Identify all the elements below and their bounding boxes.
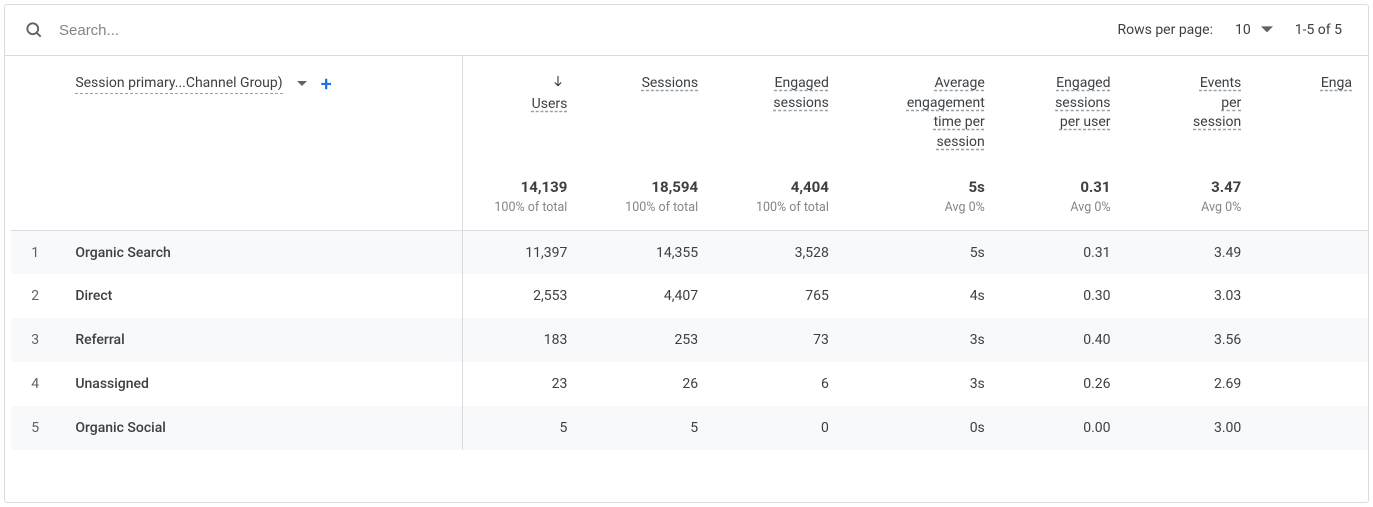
metric-cell: 0.26 <box>1001 362 1127 406</box>
column-header[interactable]: Users <box>463 56 584 162</box>
table-row[interactable]: 4Unassigned232663s0.262.69 <box>11 362 1368 406</box>
totals-cell: 5sAvg 0% <box>845 162 1001 230</box>
table-wrap: Session primary...Channel Group) + Users… <box>5 55 1368 502</box>
metric-cell: 73 <box>714 318 845 362</box>
table-row[interactable]: 1Organic Search11,39714,3553,5285s0.313.… <box>11 230 1368 274</box>
metric-cell: 765 <box>714 274 845 318</box>
metric-cell: 0.40 <box>1001 318 1127 362</box>
column-header[interactable]: Eventspersession <box>1127 56 1258 162</box>
totals-cell: 14,139100% of total <box>463 162 584 230</box>
metric-cell: 3.49 <box>1127 230 1258 274</box>
column-header[interactable]: Enga <box>1257 56 1368 162</box>
totals-cell <box>1257 162 1368 230</box>
metric-cell: 0 <box>714 406 845 450</box>
metric-cell: 2.69 <box>1127 362 1258 406</box>
metric-cell: 183 <box>463 318 584 362</box>
metric-cell: 3s <box>845 362 1001 406</box>
metric-cell: 0s <box>845 406 1001 450</box>
row-index: 5 <box>11 406 65 450</box>
metric-cell: 14,355 <box>583 230 714 274</box>
metric-cell: 5 <box>583 406 714 450</box>
totals-row: 14,139100% of total18,594100% of total4,… <box>11 162 1368 230</box>
metric-cell: 3.00 <box>1127 406 1258 450</box>
metric-cell <box>1257 230 1368 274</box>
row-dimension[interactable]: Organic Social <box>65 406 462 450</box>
metric-cell <box>1257 362 1368 406</box>
metric-cell: 26 <box>583 362 714 406</box>
metric-cell: 3.03 <box>1127 274 1258 318</box>
column-header[interactable]: Sessions <box>583 56 714 162</box>
table-row[interactable]: 3Referral183253733s0.403.56 <box>11 318 1368 362</box>
column-header[interactable]: Engagedsessionsper user <box>1001 56 1127 162</box>
search-input[interactable] <box>59 22 1117 39</box>
metric-cell: 0.31 <box>1001 230 1127 274</box>
totals-cell: 0.31Avg 0% <box>1001 162 1127 230</box>
row-dimension[interactable]: Referral <box>65 318 462 362</box>
rows-per-page-value: 10 <box>1235 22 1251 38</box>
metric-cell: 253 <box>583 318 714 362</box>
metric-cell <box>1257 318 1368 362</box>
metric-cell: 4s <box>845 274 1001 318</box>
totals-cell: 4,404100% of total <box>714 162 845 230</box>
metric-cell: 5 <box>463 406 584 450</box>
dimension-selector[interactable]: Session primary...Channel Group) <box>75 75 282 94</box>
metric-cell: 11,397 <box>463 230 584 274</box>
rows-per-page-select[interactable]: 10 <box>1235 22 1273 38</box>
pagination-info: 1-5 of 5 <box>1295 22 1342 38</box>
metric-cell: 3.56 <box>1127 318 1258 362</box>
metric-cell: 5s <box>845 230 1001 274</box>
row-index: 4 <box>11 362 65 406</box>
table-toolbar: Rows per page: 10 1-5 of 5 <box>5 5 1368 55</box>
add-dimension-button[interactable]: + <box>321 74 332 94</box>
column-header[interactable]: Averageengagementtime persession <box>845 56 1001 162</box>
metric-cell: 2,553 <box>463 274 584 318</box>
sort-descending-icon <box>463 74 565 95</box>
row-index: 2 <box>11 274 65 318</box>
column-header[interactable]: Engagedsessions <box>714 56 845 162</box>
row-index: 1 <box>11 230 65 274</box>
metric-cell: 3,528 <box>714 230 845 274</box>
metric-cell <box>1257 406 1368 450</box>
chevron-down-icon <box>1261 24 1273 36</box>
metric-cell: 6 <box>714 362 845 406</box>
analytics-table-card: Rows per page: 10 1-5 of 5 Session prima… <box>4 4 1369 503</box>
chevron-down-icon[interactable] <box>297 79 307 89</box>
row-dimension[interactable]: Unassigned <box>65 362 462 406</box>
row-dimension[interactable]: Direct <box>65 274 462 318</box>
totals-cell: 3.47Avg 0% <box>1127 162 1258 230</box>
table-row[interactable]: 5Organic Social5500s0.003.00 <box>11 406 1368 450</box>
row-dimension[interactable]: Organic Search <box>65 230 462 274</box>
metric-cell <box>1257 274 1368 318</box>
metric-cell: 4,407 <box>583 274 714 318</box>
rows-per-page-label: Rows per page: <box>1117 22 1212 38</box>
table-header-row: Session primary...Channel Group) + Users… <box>11 56 1368 162</box>
metric-cell: 0.30 <box>1001 274 1127 318</box>
data-table: Session primary...Channel Group) + Users… <box>11 56 1368 450</box>
table-row[interactable]: 2Direct2,5534,4077654s0.303.03 <box>11 274 1368 318</box>
metric-cell: 0.00 <box>1001 406 1127 450</box>
metric-cell: 23 <box>463 362 584 406</box>
search-icon <box>23 19 45 41</box>
totals-cell: 18,594100% of total <box>583 162 714 230</box>
row-index: 3 <box>11 318 65 362</box>
metric-cell: 3s <box>845 318 1001 362</box>
